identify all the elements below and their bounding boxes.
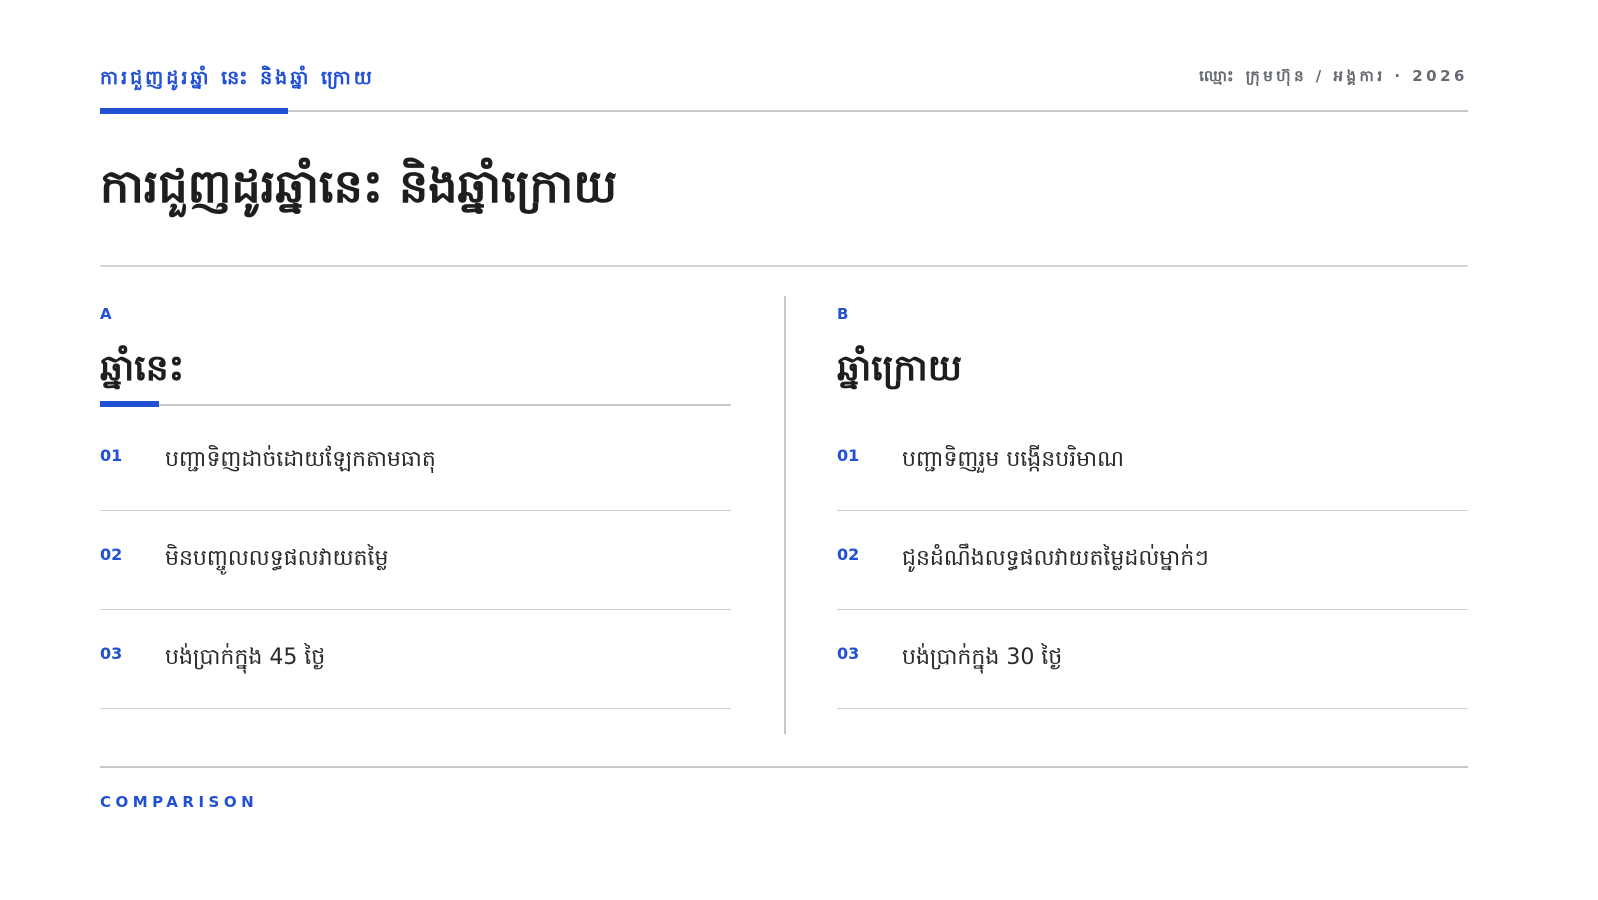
item-text: មិនបញ្ចូលលទ្ធផលវាយតម្លៃ	[165, 546, 389, 571]
list-item: 02 មិនបញ្ចូលលទ្ធផលវាយតម្លៃ	[100, 511, 731, 610]
item-text: បង់ប្រាក់ក្នុង 30 ថ្ងៃ	[902, 645, 1063, 670]
column-divider	[784, 296, 786, 734]
list-item: 03 បង់ប្រាក់ក្នុង 45 ថ្ងៃ	[100, 610, 731, 709]
title-divider	[100, 265, 1468, 267]
slide: ការជួញដូរឆ្នាំ នេះ និងឆ្នាំ ក្រោយ ឈ្មោះ …	[0, 0, 1598, 900]
column-letter: A	[100, 305, 112, 323]
item-list: 01 បញ្ជាទិញរួម បង្កើនបរិមាណ 02 ជូនដំណឹងល…	[837, 412, 1468, 709]
header-meta: ឈ្មោះ ក្រុមហ៊ុន / អង្គការ · 2026	[1199, 67, 1468, 85]
list-item: 02 ជូនដំណឹងលទ្ធផលវាយតម្លៃដល់ម្នាក់ៗ	[837, 511, 1468, 610]
footer-label: COMPARISON	[100, 793, 259, 811]
item-text: បញ្ជាទិញដាច់ដោយឡែកតាមធាតុ	[165, 447, 436, 472]
column-letter: B	[837, 305, 849, 323]
list-item: 01 បញ្ជាទិញដាច់ដោយឡែកតាមធាតុ	[100, 412, 731, 511]
item-number: 03	[837, 644, 860, 663]
list-item: 03 បង់ប្រាក់ក្នុង 30 ថ្ងៃ	[837, 610, 1468, 709]
footer-divider	[100, 766, 1468, 768]
item-number: 02	[100, 545, 123, 564]
column-heading-divider	[100, 404, 731, 406]
header-kicker: ការជួញដូរឆ្នាំ នេះ និងឆ្នាំ ក្រោយ	[100, 67, 375, 89]
column-heading: ឆ្នាំនេះ	[100, 348, 185, 389]
item-number: 01	[837, 446, 860, 465]
item-number: 02	[837, 545, 860, 564]
header-divider	[100, 110, 1468, 112]
page-title: ការជួញដូរឆ្នាំនេះ និងឆ្នាំក្រោយ	[100, 159, 618, 213]
item-text: ជូនដំណឹងលទ្ធផលវាយតម្លៃដល់ម្នាក់ៗ	[902, 546, 1209, 571]
header-accent-bar	[100, 108, 288, 114]
item-text: បញ្ជាទិញរួម បង្កើនបរិមាណ	[902, 447, 1124, 472]
column-heading: ឆ្នាំក្រោយ	[837, 348, 962, 389]
column-heading-accent	[100, 401, 159, 407]
item-number: 03	[100, 644, 123, 663]
item-list: 01 បញ្ជាទិញដាច់ដោយឡែកតាមធាតុ 02 មិនបញ្ចូ…	[100, 412, 731, 709]
item-text: បង់ប្រាក់ក្នុង 45 ថ្ងៃ	[165, 645, 326, 670]
list-item: 01 បញ្ជាទិញរួម បង្កើនបរិមាណ	[837, 412, 1468, 511]
item-number: 01	[100, 446, 123, 465]
